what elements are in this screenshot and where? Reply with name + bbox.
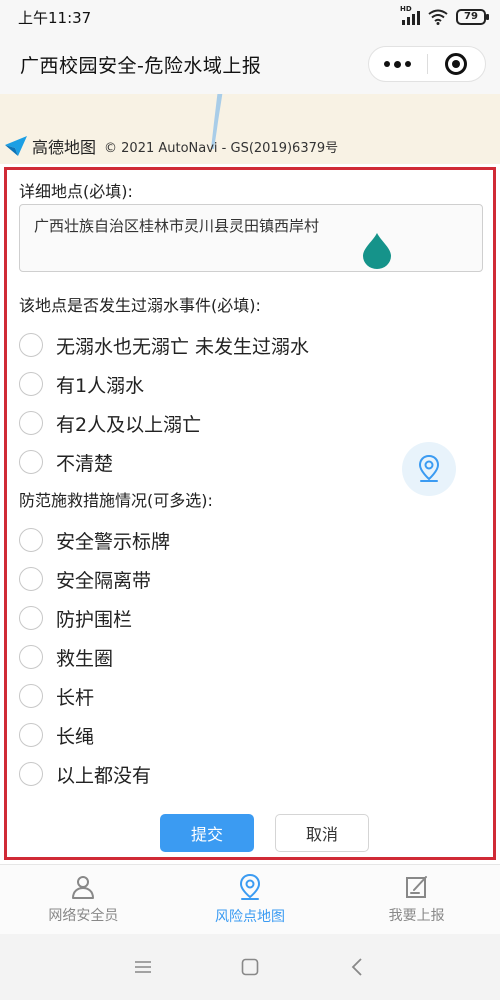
address-label: 详细地点(必填): bbox=[19, 182, 133, 201]
radio-button[interactable] bbox=[19, 411, 43, 435]
measure-option[interactable]: 长绳 bbox=[19, 720, 94, 750]
measure-option[interactable]: 安全隔离带 bbox=[19, 564, 151, 594]
chevron-left-icon bbox=[351, 958, 362, 976]
person-icon bbox=[72, 876, 95, 899]
drowning-option-label: 有2人及以上溺亡 bbox=[56, 413, 202, 436]
map-provider-name: 高德地图 bbox=[32, 138, 97, 157]
checkbox-circle[interactable] bbox=[19, 645, 43, 669]
wifi-icon bbox=[428, 9, 448, 25]
measure-option-label: 长杆 bbox=[56, 686, 95, 709]
tab-label: 风险点地图 bbox=[215, 909, 285, 925]
tab-label: 网络安全员 bbox=[48, 908, 119, 924]
address-value: 广西壮族自治区桂林市灵川县灵田镇西岸村 bbox=[34, 217, 320, 235]
address-input[interactable]: 广西壮族自治区桂林市灵川县灵田镇西岸村 bbox=[19, 204, 483, 272]
bottom-tab-bar: 网络安全员 风险点地图 我要上报 bbox=[0, 864, 500, 934]
measures-label: 防范施救措施情况(可多选): bbox=[19, 491, 213, 510]
radio-button[interactable] bbox=[19, 372, 43, 396]
battery-icon: 79 bbox=[456, 9, 489, 25]
checkbox-circle[interactable] bbox=[19, 723, 43, 747]
checkbox-circle[interactable] bbox=[19, 762, 43, 786]
signal-icon: HD bbox=[400, 5, 420, 25]
title-bar: 广西校园安全-危险水域上报 bbox=[0, 34, 500, 94]
measure-option-label: 救生圈 bbox=[56, 647, 114, 670]
checkbox-circle[interactable] bbox=[19, 606, 43, 630]
radio-button[interactable] bbox=[19, 450, 43, 474]
checkbox-circle[interactable] bbox=[19, 528, 43, 552]
measure-option-label: 防护围栏 bbox=[56, 608, 133, 631]
measure-option[interactable]: 以上都没有 bbox=[19, 759, 151, 789]
hamburger-icon bbox=[135, 961, 152, 973]
close-miniprogram-button[interactable] bbox=[427, 47, 485, 81]
measure-option[interactable]: 救生圈 bbox=[19, 642, 113, 672]
measure-option-label: 安全警示标牌 bbox=[56, 530, 171, 553]
map-view[interactable]: 高德地图 © 2021 AutoNavi - GS(2019)6379号 bbox=[0, 94, 500, 164]
drowning-option[interactable]: 有2人及以上溺亡 bbox=[19, 408, 201, 438]
map-attribution: 高德地图 © 2021 AutoNavi - GS(2019)6379号 bbox=[4, 134, 338, 158]
submit-button[interactable]: 提交 bbox=[160, 814, 254, 852]
drowning-option[interactable]: 无溺水也无溺亡 未发生过溺水 bbox=[19, 330, 309, 360]
target-icon bbox=[445, 53, 468, 75]
drowning-option[interactable]: 有1人溺水 bbox=[19, 369, 144, 399]
status-time: 上午11:37 bbox=[18, 9, 92, 27]
menu-button[interactable] bbox=[123, 947, 163, 987]
drowning-option-label: 有1人溺水 bbox=[56, 374, 145, 397]
checkbox-circle[interactable] bbox=[19, 567, 43, 591]
more-menu-button[interactable] bbox=[369, 47, 427, 81]
page-title: 广西校园安全-危险水域上报 bbox=[20, 55, 262, 77]
tab-network-officer[interactable]: 网络安全员 bbox=[0, 865, 167, 934]
drowning-option-label: 无溺水也无溺亡 未发生过溺水 bbox=[56, 335, 310, 358]
drowning-label: 该地点是否发生过溺水事件(必填): bbox=[19, 296, 261, 315]
radio-button[interactable] bbox=[19, 333, 43, 357]
measure-option[interactable]: 防护围栏 bbox=[19, 603, 132, 633]
status-bar: 上午11:37 HD 79 bbox=[0, 0, 500, 34]
home-button[interactable] bbox=[230, 947, 270, 987]
status-icons: HD 79 bbox=[400, 5, 489, 27]
tab-report[interactable]: 我要上报 bbox=[333, 865, 500, 934]
drowning-option[interactable]: 不清楚 bbox=[19, 447, 113, 477]
measure-option[interactable]: 安全警示标牌 bbox=[19, 525, 170, 555]
cancel-button[interactable]: 取消 bbox=[275, 814, 369, 852]
locate-button[interactable] bbox=[402, 442, 456, 496]
more-dot-icon bbox=[394, 60, 402, 68]
system-nav-bar bbox=[0, 934, 500, 1000]
map-copyright: © 2021 AutoNavi - GS(2019)6379号 bbox=[104, 140, 339, 156]
square-icon bbox=[241, 958, 259, 976]
measure-option-label: 安全隔离带 bbox=[56, 569, 152, 592]
drowning-option-label: 不清楚 bbox=[56, 452, 114, 475]
checkbox-circle[interactable] bbox=[19, 684, 43, 708]
edit-icon bbox=[405, 876, 427, 898]
location-pin-icon bbox=[418, 454, 440, 482]
report-form: 详细地点(必填): 广西壮族自治区桂林市灵川县灵田镇西岸村 该地点是否发生过溺水… bbox=[4, 167, 496, 860]
back-button[interactable] bbox=[337, 947, 377, 987]
amap-logo-icon bbox=[5, 136, 27, 156]
location-marker-icon bbox=[363, 233, 391, 269]
map-pin-icon bbox=[239, 873, 261, 900]
network-type: HD bbox=[400, 5, 412, 13]
measure-option-label: 以上都没有 bbox=[56, 764, 152, 787]
miniprogram-capsule bbox=[368, 46, 486, 82]
measure-option-label: 长绳 bbox=[56, 725, 95, 748]
measure-option[interactable]: 长杆 bbox=[19, 681, 94, 711]
more-dot-icon bbox=[405, 61, 412, 67]
tab-label: 我要上报 bbox=[388, 908, 445, 924]
tab-risk-map[interactable]: 风险点地图 bbox=[167, 865, 334, 934]
more-dot-icon bbox=[384, 61, 391, 67]
